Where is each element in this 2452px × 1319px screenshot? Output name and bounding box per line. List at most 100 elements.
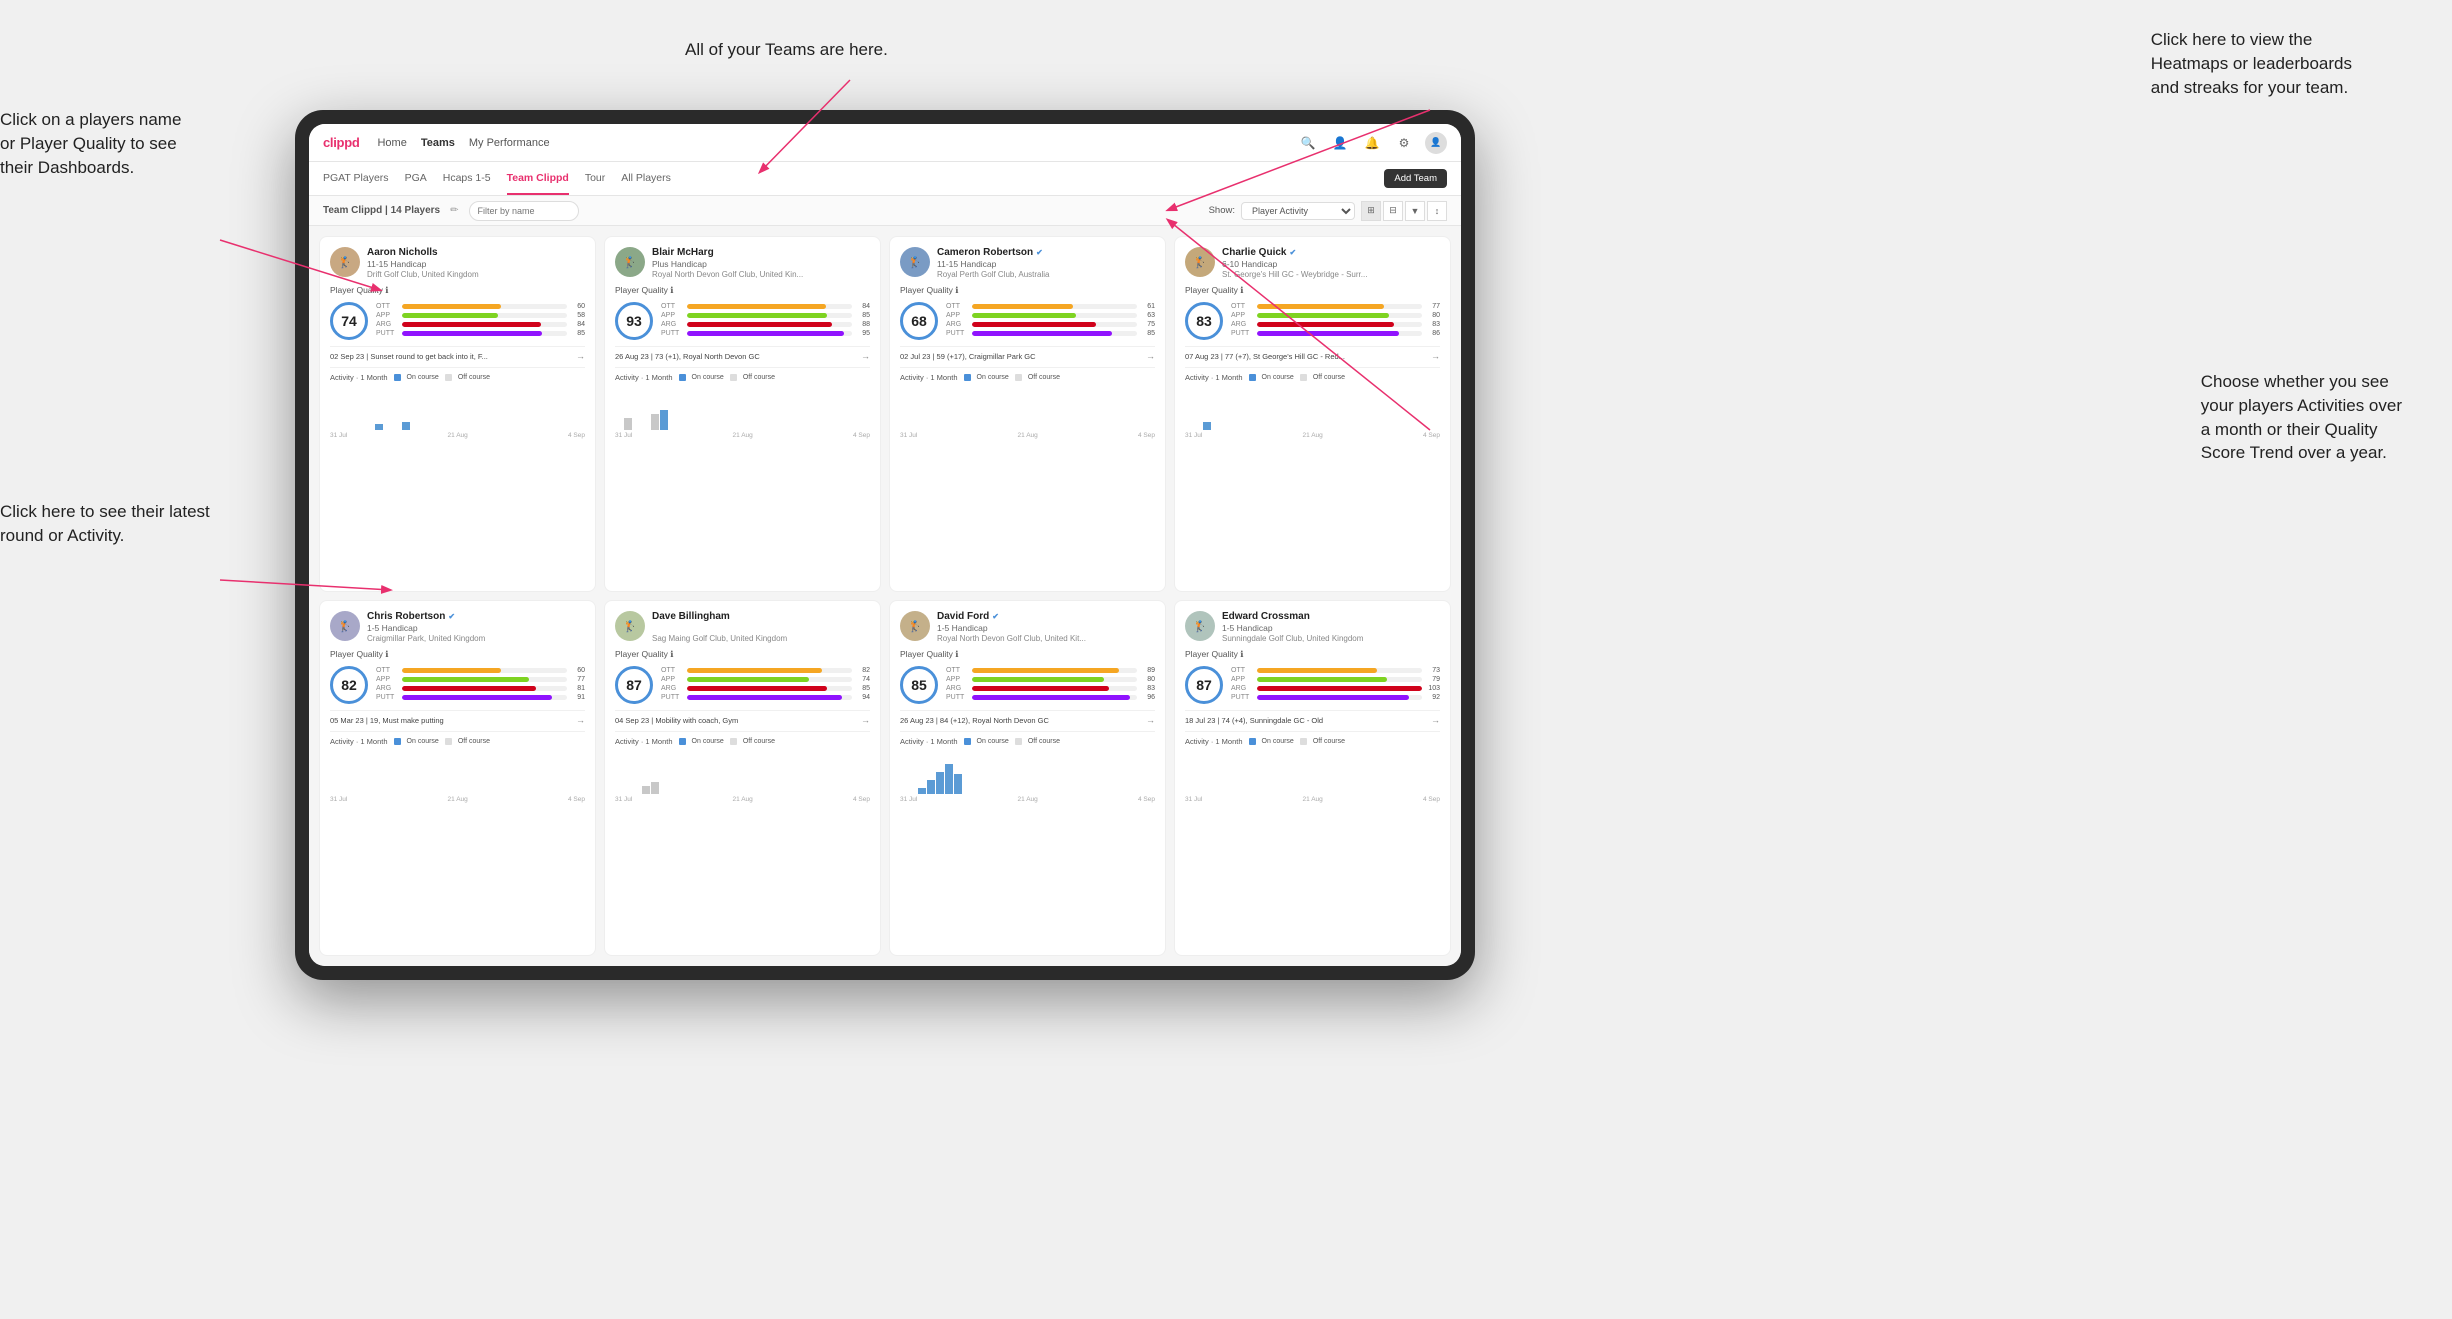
player-card-blair[interactable]: 🏌 Blair McHarg Plus Handicap Royal North… <box>604 236 881 592</box>
show-dropdown[interactable]: Player Activity Quality Score Trend <box>1241 202 1355 220</box>
avatar[interactable]: 👤 <box>1425 132 1447 154</box>
score-circle[interactable]: 87 <box>615 666 653 704</box>
activity-header[interactable]: Activity · 1 Month On course Off course <box>1185 373 1440 382</box>
tab-hcaps[interactable]: Hcaps 1-5 <box>443 162 491 195</box>
latest-round[interactable]: 07 Aug 23 | 77 (+7), St George's Hill GC… <box>1185 346 1440 361</box>
player-card-david[interactable]: 🏌 David Ford ✔ 1-5 Handicap Royal North … <box>889 600 1166 956</box>
round-date: 18 Jul 23 | 74 (+4), Sunningdale GC - Ol… <box>1185 716 1323 725</box>
activity-header[interactable]: Activity · 1 Month On course Off course <box>330 373 585 382</box>
latest-round[interactable]: 05 Mar 23 | 19, Must make putting → <box>330 710 585 725</box>
player-name[interactable]: Chris Robertson ✔ <box>367 611 585 622</box>
search-input[interactable] <box>469 201 579 221</box>
score-circle[interactable]: 68 <box>900 302 938 340</box>
filter-button[interactable]: ▼ <box>1405 201 1425 221</box>
latest-round[interactable]: 02 Jul 23 | 59 (+17), Craigmillar Park G… <box>900 346 1155 361</box>
player-card-dave[interactable]: 🏌 Dave Billingham Sag Maing Golf Club, U… <box>604 600 881 956</box>
annotation-latest-round: Click here to see their latestround or A… <box>0 500 210 548</box>
sort-button[interactable]: ↕ <box>1427 201 1447 221</box>
stats-col: OTT84 APP85 ARG88 PUTT95 <box>661 303 870 339</box>
latest-round[interactable]: 04 Sep 23 | Mobility with coach, Gym → <box>615 710 870 725</box>
quality-row: 87 OTT73 APP79 ARG103 PUTT92 <box>1185 666 1440 704</box>
player-card-charlie[interactable]: 🏌 Charlie Quick ✔ 6-10 Handicap St. Geor… <box>1174 236 1451 592</box>
score-circle[interactable]: 93 <box>615 302 653 340</box>
verified-icon: ✔ <box>992 612 999 621</box>
stats-col: OTT60 APP58 ARG84 PUTT85 <box>376 303 585 339</box>
settings-icon[interactable]: ⚙ <box>1393 132 1415 154</box>
legend-off-course <box>1015 738 1022 745</box>
grid-view-button-2[interactable]: ⊟ <box>1383 201 1403 221</box>
quality-row: 82 OTT60 APP77 ARG81 PUTT91 <box>330 666 585 704</box>
verified-icon: ✔ <box>1036 248 1043 257</box>
activity-section: Activity · 1 Month On course Off course <box>330 367 585 439</box>
activity-header[interactable]: Activity · 1 Month On course Off course <box>1185 737 1440 746</box>
team-label: Team Clippd | 14 Players <box>323 205 440 216</box>
legend-on-course <box>394 738 401 745</box>
player-name[interactable]: David Ford ✔ <box>937 611 1155 622</box>
round-date: 04 Sep 23 | Mobility with coach, Gym <box>615 716 738 725</box>
add-team-button[interactable]: Add Team <box>1384 169 1447 188</box>
activity-section: Activity · 1 Month On course Off course <box>615 367 870 439</box>
player-club: Royal North Devon Golf Club, United Kit.… <box>937 634 1155 643</box>
activity-header[interactable]: Activity · 1 Month On course Off course <box>615 373 870 382</box>
latest-round[interactable]: 02 Sep 23 | Sunset round to get back int… <box>330 346 585 361</box>
latest-round[interactable]: 26 Aug 23 | 84 (+12), Royal North Devon … <box>900 710 1155 725</box>
person-icon[interactable]: 👤 <box>1329 132 1351 154</box>
nav-link-performance[interactable]: My Performance <box>469 137 550 149</box>
activity-chart <box>615 749 870 794</box>
tab-pga[interactable]: PGA <box>405 162 427 195</box>
search-icon[interactable]: 🔍 <box>1297 132 1319 154</box>
activity-header[interactable]: Activity · 1 Month On course Off course <box>900 737 1155 746</box>
player-club: Royal Perth Golf Club, Australia <box>937 270 1155 279</box>
score-circle[interactable]: 85 <box>900 666 938 704</box>
activity-header[interactable]: Activity · 1 Month On course Off course <box>615 737 870 746</box>
nav-link-home[interactable]: Home <box>377 137 406 149</box>
tab-pgat-players[interactable]: PGAT Players <box>323 162 389 195</box>
quality-row: 83 OTT77 APP80 ARG83 PUTT86 <box>1185 302 1440 340</box>
filter-show: Show: Player Activity Quality Score Tren… <box>1209 201 1447 221</box>
player-name[interactable]: Blair McHarg <box>652 247 870 258</box>
quality-label: Player Quality ℹ <box>1185 649 1440 660</box>
score-circle[interactable]: 74 <box>330 302 368 340</box>
activity-header[interactable]: Activity · 1 Month On course Off course <box>900 373 1155 382</box>
quality-label: Player Quality ℹ <box>1185 285 1440 296</box>
activity-header[interactable]: Activity · 1 Month On course Off course <box>330 737 585 746</box>
player-info: Charlie Quick ✔ 6-10 Handicap St. George… <box>1222 247 1440 279</box>
quality-label: Player Quality ℹ <box>615 649 870 660</box>
player-name[interactable]: Aaron Nicholls <box>367 247 585 258</box>
player-name[interactable]: Cameron Robertson ✔ <box>937 247 1155 258</box>
activity-section: Activity · 1 Month On course Off course <box>330 731 585 803</box>
score-circle[interactable]: 83 <box>1185 302 1223 340</box>
player-header: 🏌 Aaron Nicholls 11-15 Handicap Drift Go… <box>330 247 585 279</box>
round-arrow: → <box>576 351 585 361</box>
score-circle[interactable]: 87 <box>1185 666 1223 704</box>
grid-view-button[interactable]: ⊞ <box>1361 201 1381 221</box>
latest-round[interactable]: 18 Jul 23 | 74 (+4), Sunningdale GC - Ol… <box>1185 710 1440 725</box>
tab-team-clippd[interactable]: Team Clippd <box>507 162 569 195</box>
tab-all-players[interactable]: All Players <box>621 162 671 195</box>
player-header: 🏌 Blair McHarg Plus Handicap Royal North… <box>615 247 870 279</box>
edit-icon[interactable]: ✏ <box>450 205 458 216</box>
player-card-aaron[interactable]: 🏌 Aaron Nicholls 11-15 Handicap Drift Go… <box>319 236 596 592</box>
player-name[interactable]: Edward Crossman <box>1222 611 1440 622</box>
legend-on-course <box>394 374 401 381</box>
player-name[interactable]: Charlie Quick ✔ <box>1222 247 1440 258</box>
player-card-edward[interactable]: 🏌 Edward Crossman 1-5 Handicap Sunningda… <box>1174 600 1451 956</box>
bell-icon[interactable]: 🔔 <box>1361 132 1383 154</box>
chart-labels: 31 Jul21 Aug4 Sep <box>900 432 1155 439</box>
activity-chart <box>1185 749 1440 794</box>
nav-link-teams[interactable]: Teams <box>421 137 455 149</box>
stats-col: OTT60 APP77 ARG81 PUTT91 <box>376 667 585 703</box>
player-handicap <box>652 623 870 633</box>
chart-labels: 31 Jul21 Aug4 Sep <box>615 432 870 439</box>
tab-tour[interactable]: Tour <box>585 162 605 195</box>
legend-off-course <box>730 738 737 745</box>
player-card-cameron[interactable]: 🏌 Cameron Robertson ✔ 11-15 Handicap Roy… <box>889 236 1166 592</box>
activity-chart <box>330 749 585 794</box>
stats-col: OTT89 APP80 ARG83 PUTT96 <box>946 667 1155 703</box>
player-card-chris[interactable]: 🏌 Chris Robertson ✔ 1-5 Handicap Craigmi… <box>319 600 596 956</box>
player-name[interactable]: Dave Billingham <box>652 611 870 622</box>
show-label: Show: <box>1209 205 1235 216</box>
score-circle[interactable]: 82 <box>330 666 368 704</box>
latest-round[interactable]: 26 Aug 23 | 73 (+1), Royal North Devon G… <box>615 346 870 361</box>
round-arrow: → <box>1146 351 1155 361</box>
